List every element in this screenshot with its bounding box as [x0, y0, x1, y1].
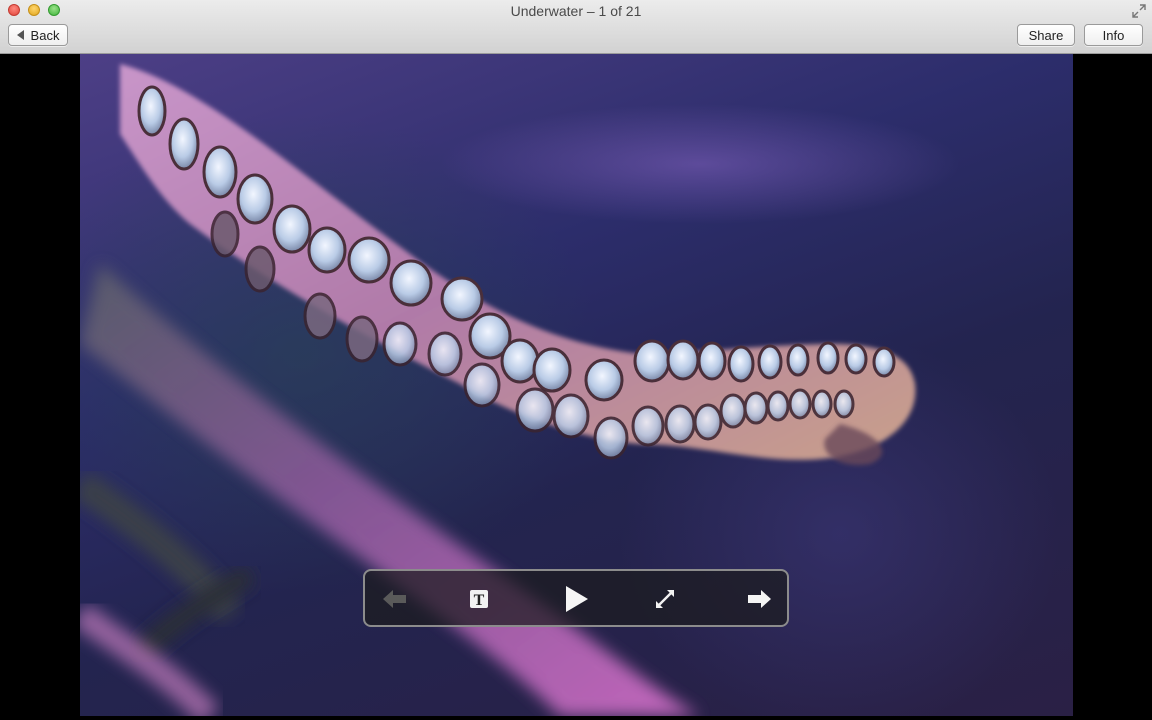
- arrow-right-icon: [748, 590, 771, 608]
- arrow-left-icon: [383, 590, 406, 608]
- info-button[interactable]: Info: [1084, 24, 1143, 46]
- share-button-label: Share: [1028, 27, 1064, 43]
- previous-button[interactable]: [365, 571, 425, 627]
- window-title: Underwater – 1 of 21: [510, 3, 642, 19]
- text-button[interactable]: T: [449, 571, 509, 627]
- play-button[interactable]: [547, 571, 607, 627]
- title-bar: Underwater – 1 of 21 Back Share Info: [0, 0, 1152, 54]
- svg-text:T: T: [474, 592, 485, 609]
- share-button[interactable]: Share: [1017, 24, 1075, 46]
- fullscreen-icon: [656, 590, 674, 608]
- fullscreen-button[interactable]: [635, 571, 695, 627]
- back-arrow-icon: [16, 30, 24, 40]
- info-button-label: Info: [1102, 27, 1125, 43]
- enter-fullscreen-icon[interactable]: [1132, 4, 1146, 18]
- play-icon: [566, 586, 588, 612]
- back-button[interactable]: Back: [8, 24, 68, 46]
- next-button[interactable]: [729, 571, 789, 627]
- slideshow-controls: T: [363, 569, 789, 627]
- text-icon: T: [470, 590, 488, 609]
- back-button-label: Back: [30, 27, 60, 43]
